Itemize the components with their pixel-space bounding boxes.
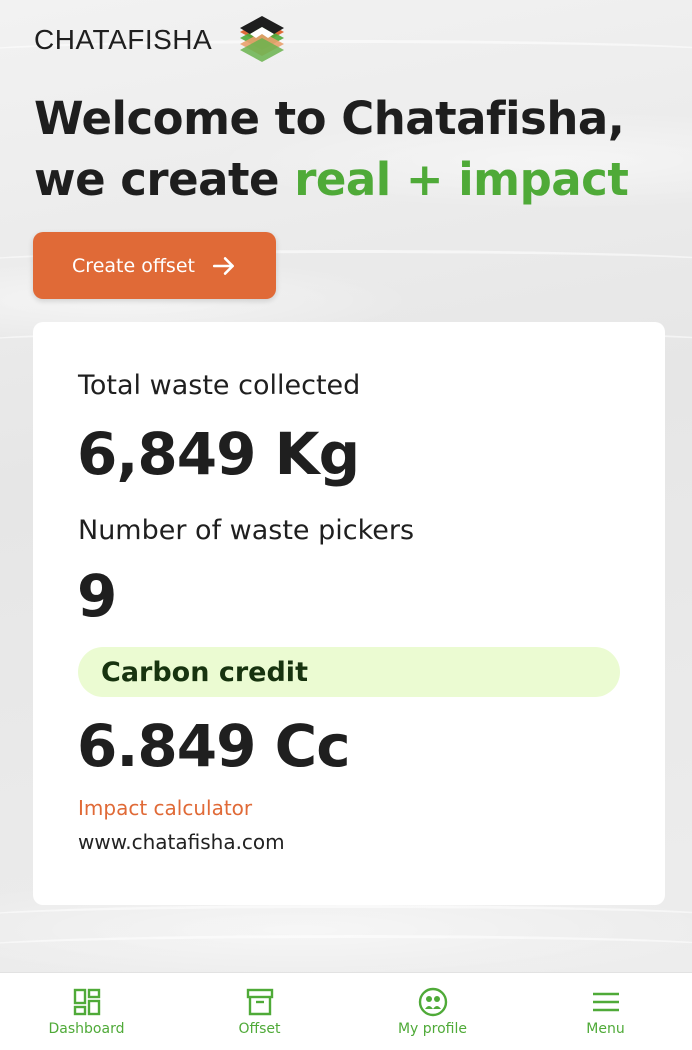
waste-value: 6,849 Kg (77, 420, 360, 488)
welcome-headline: Welcome to Chatafisha, we create real + … (34, 88, 674, 210)
create-offset-button[interactable]: Create offset (33, 232, 276, 299)
nav-label-my-profile: My profile (397, 1021, 468, 1037)
headline-prefix: we create (34, 153, 295, 206)
website-url: www.chatafisha.com (78, 830, 285, 854)
menu-icon (592, 992, 619, 1012)
carbon-credit-label: Carbon credit (101, 656, 308, 688)
profile-icon (418, 987, 447, 1017)
nav-label-dashboard: Dashboard (48, 1021, 125, 1037)
headline-accent: real + impact (294, 153, 629, 206)
background-wave (0, 905, 692, 931)
impact-stats-card: Total waste collected 6,849 Kg Number of… (33, 322, 665, 905)
nav-item-my-profile[interactable]: My profile (346, 973, 519, 1050)
nav-label-menu: Menu (586, 1021, 625, 1037)
impact-calculator-link[interactable]: Impact calculator (78, 796, 252, 820)
pickers-label: Number of waste pickers (78, 515, 415, 546)
waste-label: Total waste collected (78, 370, 361, 401)
brand-name: CHATAFISHA (34, 24, 213, 55)
nav-item-menu[interactable]: Menu (519, 973, 692, 1050)
headline-line-1: Welcome to Chatafisha, (34, 92, 625, 145)
arrow-right-icon (212, 256, 234, 275)
nav-item-offset[interactable]: Offset (173, 973, 346, 1050)
background-wave (0, 935, 692, 961)
nav-item-dashboard[interactable]: Dashboard (0, 973, 173, 1050)
nav-label-offset: Offset (238, 1021, 281, 1037)
archive-box-icon (246, 988, 273, 1016)
headline-line-2: we create real + impact (34, 149, 674, 210)
dashboard-icon (73, 988, 100, 1016)
create-offset-label: Create offset (72, 254, 195, 277)
bottom-navigation: Dashboard Offset My profile Menu (0, 972, 692, 1050)
carbon-credit-badge: Carbon credit (78, 647, 620, 697)
app-header: CHATAFISHA (34, 14, 290, 66)
pickers-value: 9 (77, 562, 117, 630)
carbon-credit-value: 6.849 Cc (77, 712, 351, 780)
brand-logo-icon (240, 16, 285, 62)
